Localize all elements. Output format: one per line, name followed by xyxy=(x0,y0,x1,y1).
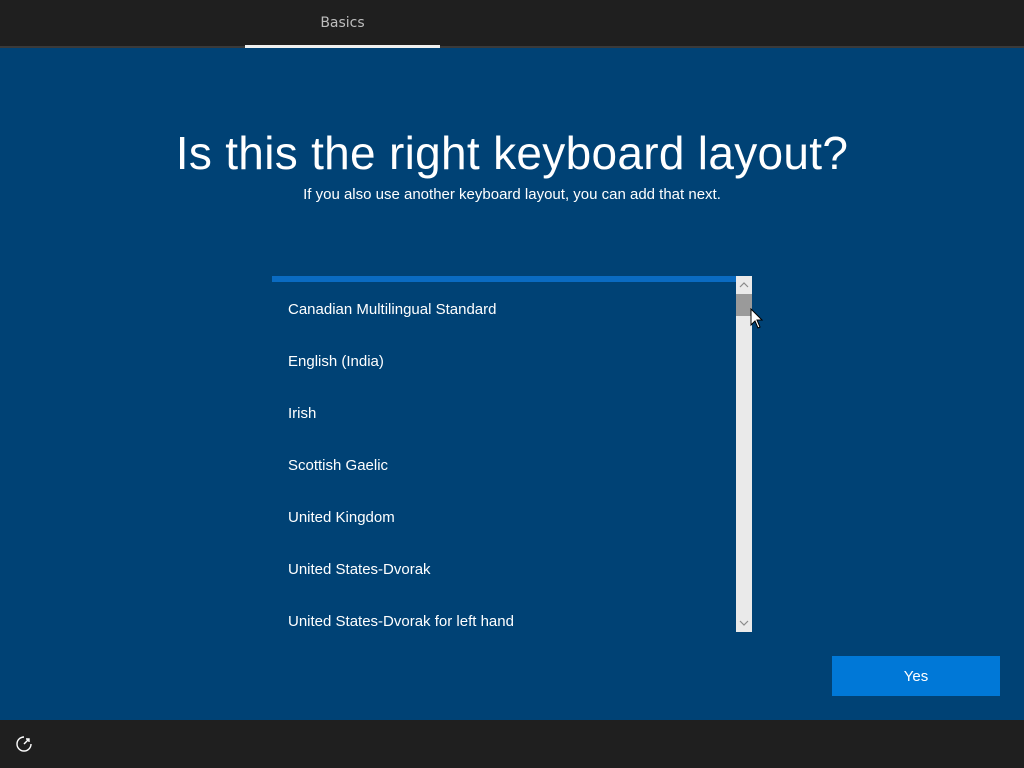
top-bar xyxy=(0,0,1024,46)
keyboard-layout-items: Canadian Multilingual Standard English (… xyxy=(272,284,736,648)
tab-basics[interactable]: Basics xyxy=(245,0,440,48)
chevron-up-icon[interactable] xyxy=(736,276,752,294)
page-subtitle: If you also use another keyboard layout,… xyxy=(303,186,721,203)
mouse-pointer-icon xyxy=(750,308,764,329)
bottom-bar xyxy=(0,720,1024,768)
oobe-screen: Basics Is this the right keyboard layout… xyxy=(0,0,1024,768)
list-item-united-states-dvorak[interactable]: United States-Dvorak xyxy=(272,544,736,596)
list-item-scottish-gaelic[interactable]: Scottish Gaelic xyxy=(272,440,736,492)
tab-basics-underline xyxy=(245,45,440,48)
yes-button[interactable]: Yes xyxy=(832,656,1000,696)
chevron-down-icon[interactable] xyxy=(736,614,752,632)
list-item-irish[interactable]: Irish xyxy=(272,388,736,440)
list-item-united-kingdom[interactable]: United Kingdom xyxy=(272,492,736,544)
ease-of-access-icon[interactable] xyxy=(12,732,36,756)
top-bar-divider xyxy=(0,46,1024,48)
page-title: Is this the right keyboard layout? xyxy=(175,127,849,179)
keyboard-layout-list[interactable]: Canadian Multilingual Standard English (… xyxy=(272,276,752,632)
list-item-united-states-dvorak-left-hand[interactable]: United States-Dvorak for left hand xyxy=(272,596,736,648)
list-item-canadian-multilingual-standard[interactable]: Canadian Multilingual Standard xyxy=(272,284,736,336)
list-selection-line xyxy=(272,276,736,282)
list-item-english-india[interactable]: English (India) xyxy=(272,336,736,388)
